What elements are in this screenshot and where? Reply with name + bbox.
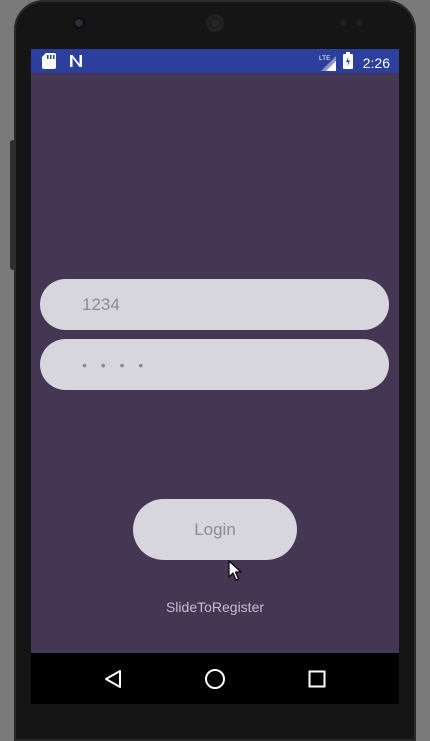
network-label: LTE: [319, 55, 331, 62]
back-button[interactable]: [100, 666, 126, 692]
password-field[interactable]: • • • •: [40, 339, 389, 390]
status-clock: 2:26: [362, 54, 390, 71]
mouse-pointer-icon: [228, 560, 242, 581]
login-button[interactable]: Login: [133, 499, 297, 560]
slide-to-register-link[interactable]: SlideToRegister: [31, 599, 399, 615]
login-button-label: Login: [194, 519, 236, 539]
status-bar: LTE 2:26: [31, 49, 399, 73]
proximity-sensors: [340, 19, 370, 27]
username-field[interactable]: 1234: [40, 279, 389, 330]
password-value: • • • •: [82, 356, 149, 373]
battery-icon: [342, 52, 353, 73]
power-button: [10, 140, 16, 270]
sd-card-icon: [42, 53, 56, 73]
n-notification-icon: [68, 53, 84, 73]
login-content: 1234 • • • • Login SlideToRegister: [31, 73, 399, 653]
back-icon: [105, 670, 121, 688]
username-value: 1234: [82, 294, 120, 314]
recents-icon: [308, 670, 326, 688]
navigation-bar: [31, 653, 399, 704]
app-screen: LTE 2:26 1234 • • • • Login SlideToRegis…: [31, 49, 399, 704]
recents-button[interactable]: [304, 666, 330, 692]
front-camera: [75, 19, 83, 27]
lte-signal-icon: LTE: [319, 54, 337, 72]
home-button[interactable]: [202, 666, 228, 692]
home-icon: [205, 669, 225, 689]
earpiece-speaker: [206, 14, 224, 32]
